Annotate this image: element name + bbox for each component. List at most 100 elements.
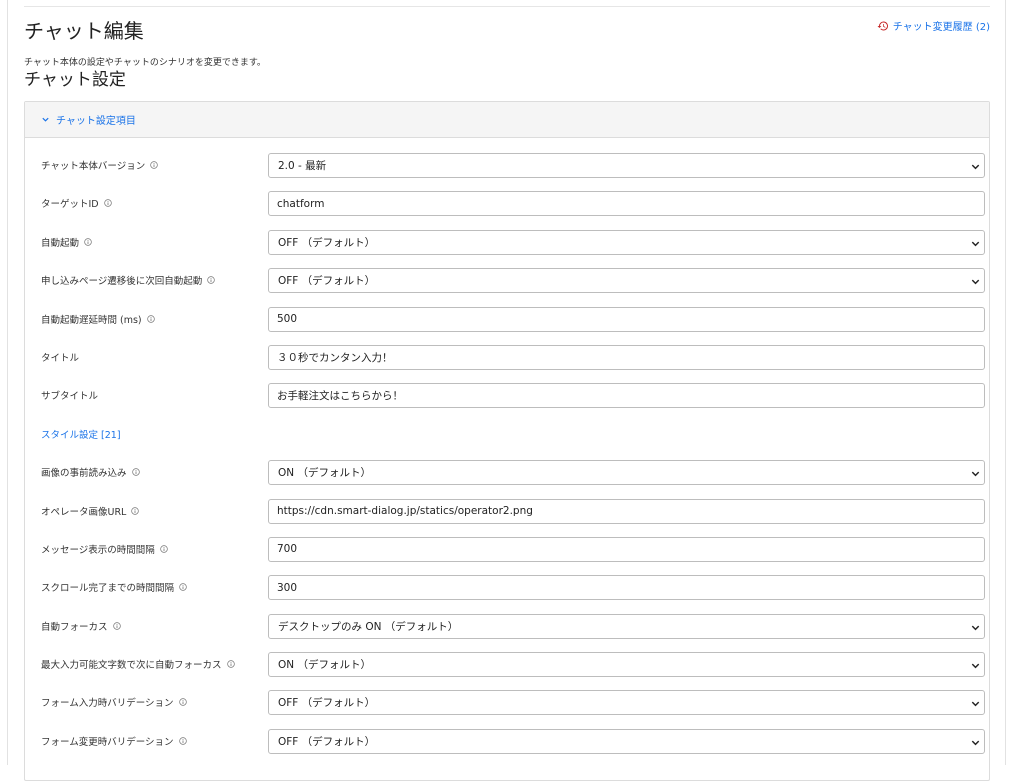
setting-label: チャット本体バージョン: [41, 152, 158, 178]
setting-input-wrapper: [268, 383, 985, 409]
section-title: チャット設定: [24, 70, 126, 90]
setting-row: サブタイトル: [25, 382, 989, 420]
info-icon[interactable]: [112, 621, 121, 630]
setting-label-text: タイトル: [41, 352, 80, 364]
setting-row: 自動起動 OFF （デフォルト）: [25, 229, 989, 267]
setting-row: スクロール完了までの時間間隔: [25, 574, 989, 612]
setting-row: 画像の事前読み込み ON （デフォルト）: [25, 459, 989, 497]
setting-label: オペレータ画像URL: [41, 498, 140, 524]
setting-label: フォーム変更時バリデーション: [41, 728, 187, 754]
chat-history-label: チャット変更履歴 (2): [892, 22, 990, 33]
setting-select[interactable]: OFF （デフォルト）: [268, 229, 985, 255]
setting-select[interactable]: OFF （デフォルト）: [268, 690, 985, 716]
info-icon[interactable]: [179, 583, 187, 592]
setting-row: フォーム入力時バリデーション OFF （デフォルト）: [25, 689, 989, 727]
setting-label: 自動フォーカス: [41, 613, 121, 639]
setting-label-text: スクロール完了までの時間間隔: [41, 583, 175, 595]
select-value: ON （デフォルト）: [278, 467, 371, 480]
info-icon[interactable]: [226, 660, 235, 668]
setting-label-text: メッセージ表示の時間間隔: [41, 544, 155, 556]
setting-label-text: フォーム変更時バリデーション: [41, 736, 174, 748]
style-settings-link[interactable]: スタイル設定 [21]: [41, 421, 121, 447]
info-icon[interactable]: [150, 161, 158, 169]
chevron-down-icon: [970, 622, 981, 633]
setting-label-text: 自動起動: [41, 237, 80, 249]
history-icon: [877, 21, 888, 30]
page-description: チャット本体の設定やチャットのシナリオを変更できます。: [24, 58, 266, 68]
chat-history-link[interactable]: チャット変更履歴 (2): [877, 18, 990, 33]
setting-label: フォーム入力時バリデーション: [41, 689, 187, 715]
setting-label: タイトル: [41, 344, 79, 370]
setting-label: 最大入力可能文字数で次に自動フォーカス: [41, 651, 235, 677]
select-value: 2.0 - 最新: [278, 160, 327, 172]
setting-row: チャット本体バージョン 2.0 - 最新: [25, 152, 989, 190]
chat-settings-panel-label: チャット設定項目: [56, 116, 136, 127]
setting-label: スクロール完了までの時間間隔: [41, 574, 187, 600]
setting-select[interactable]: ON （デフォルト）: [268, 652, 985, 678]
setting-input-wrapper: [268, 191, 985, 217]
setting-input[interactable]: [277, 505, 984, 518]
setting-label-text: オペレータ画像URL: [41, 506, 127, 518]
setting-input-wrapper: [268, 498, 985, 524]
setting-label: ターゲットID: [41, 190, 112, 216]
info-icon[interactable]: [160, 545, 168, 553]
setting-label-text: チャット本体バージョン: [41, 161, 146, 172]
info-icon[interactable]: [131, 506, 140, 515]
chevron-down-icon: [970, 276, 981, 287]
setting-label-text: 自動フォーカス: [41, 621, 108, 633]
setting-input-wrapper: [268, 536, 985, 562]
setting-input[interactable]: [277, 581, 984, 594]
setting-select[interactable]: ON （デフォルト）: [268, 460, 985, 486]
select-value: OFF （デフォルト）: [278, 236, 376, 249]
setting-select[interactable]: 2.0 - 最新: [268, 153, 985, 178]
setting-label: サブタイトル: [41, 382, 98, 408]
setting-row: 申し込みページ遷移後に次回自動起動 OFF （デフォルト）: [25, 267, 989, 305]
info-icon[interactable]: [207, 276, 216, 284]
setting-label: 自動起動: [41, 229, 92, 255]
setting-row: 自動フォーカス デスクトップのみ ON （デフォルト）: [25, 613, 989, 651]
setting-select[interactable]: デスクトップのみ ON （デフォルト）: [268, 613, 985, 639]
top-divider: [24, 6, 990, 7]
setting-row: メッセージ表示の時間間隔: [25, 536, 989, 574]
setting-label-text: フォーム入力時バリデーション: [41, 698, 174, 710]
setting-row: フォーム変更時バリデーション OFF （デフォルト）: [25, 728, 989, 766]
setting-input-wrapper: [268, 575, 985, 601]
setting-select[interactable]: OFF （デフォルト）: [268, 728, 985, 754]
info-icon[interactable]: [146, 314, 155, 323]
chevron-down-icon: [970, 660, 981, 671]
settings-form: チャット本体バージョン 2.0 - 最新ターゲットID 自動起動 OFF （デフォルト…: [25, 152, 989, 766]
chevron-down-icon: [970, 238, 981, 249]
setting-label-text: サブタイトル: [41, 391, 99, 403]
select-value: OFF （デフォルト）: [278, 735, 376, 748]
setting-label-text: 画像の事前読み込み: [41, 468, 127, 480]
setting-label: 画像の事前読み込み: [41, 459, 140, 485]
setting-input[interactable]: [277, 351, 984, 364]
setting-input[interactable]: [277, 389, 984, 402]
style-settings-row: スタイル設定 [21]: [25, 421, 989, 459]
setting-label: 自動起動遅延時間 (ms): [41, 306, 155, 332]
chat-settings-toggle[interactable]: チャット設定項目: [25, 102, 989, 138]
chevron-down-icon: [970, 737, 981, 748]
setting-row: 自動起動遅延時間 (ms): [25, 306, 989, 344]
chevron-down-icon: [970, 468, 981, 479]
setting-label-text: 最大入力可能文字数で次に自動フォーカス: [41, 660, 222, 672]
info-icon[interactable]: [103, 199, 112, 208]
setting-row: 最大入力可能文字数で次に自動フォーカス ON （デフォルト）: [25, 651, 989, 689]
info-icon[interactable]: [178, 698, 187, 707]
setting-row: タイトル: [25, 344, 989, 382]
info-icon[interactable]: [131, 468, 140, 476]
setting-label: メッセージ表示の時間間隔: [41, 536, 168, 562]
setting-label: 申し込みページ遷移後に次回自動起動: [41, 267, 216, 293]
setting-select[interactable]: OFF （デフォルト）: [268, 268, 985, 294]
select-value: デスクトップのみ ON （デフォルト）: [278, 620, 459, 633]
page-title: チャット編集: [24, 19, 144, 43]
info-icon[interactable]: [84, 238, 92, 246]
setting-input[interactable]: [277, 313, 984, 326]
info-icon[interactable]: [178, 737, 187, 745]
setting-label-text: 自動起動遅延時間 (ms): [41, 314, 142, 326]
select-value: OFF （デフォルト）: [278, 275, 376, 288]
select-value: OFF （デフォルト）: [278, 697, 376, 710]
setting-input[interactable]: [277, 197, 984, 210]
chevron-down-icon: [42, 117, 49, 122]
setting-input[interactable]: [277, 543, 984, 556]
